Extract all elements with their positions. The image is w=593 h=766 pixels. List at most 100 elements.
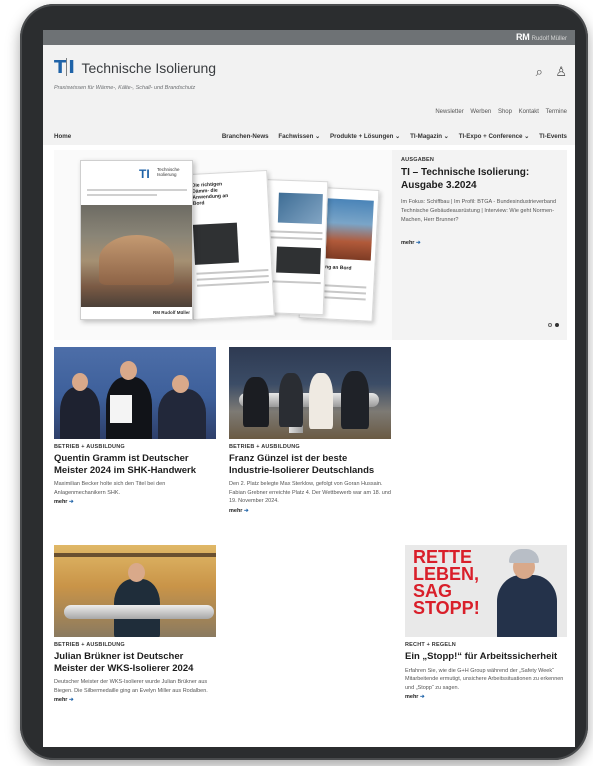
site-header: TI Technische Isolierung Praxiswissen fü… — [43, 45, 575, 145]
service-nav-newsletter[interactable]: Newsletter — [435, 109, 463, 115]
text-line — [197, 281, 270, 287]
cover-line — [87, 189, 187, 191]
safety-helmet — [509, 549, 539, 563]
publisher-name: Rudolf Müller — [531, 36, 567, 42]
person-figure — [158, 389, 206, 439]
article-image[interactable] — [54, 347, 216, 439]
article-description: Deutscher Meister der WKS-Isolierer wurd… — [54, 679, 208, 694]
page-photo — [277, 192, 323, 225]
article-more-link[interactable]: mehr ➔ — [229, 508, 391, 514]
hero-teaser: AUSGABEN TI – Technische Isolierung: Aus… — [399, 150, 567, 340]
article-title[interactable]: Quentin Gramm ist Deutscher Meister 2024… — [54, 453, 216, 476]
insulated-pipe — [64, 605, 214, 619]
article-image[interactable] — [229, 347, 391, 439]
nav-ti-expo[interactable]: TI-Expo + Conference ⌄ — [459, 133, 530, 140]
page-photo — [276, 246, 321, 275]
article-description: Erfahren Sie, wie die G+H Group während … — [405, 667, 564, 691]
user-icon[interactable]: ♙ — [555, 64, 567, 80]
article-card[interactable]: BETRIEB + AUSBILDUNG Quentin Gramm ist D… — [54, 347, 216, 505]
nav-ti-events[interactable]: TI-Events — [539, 133, 567, 140]
article-kicker[interactable]: BETRIEB + AUSBILDUNG — [229, 444, 391, 450]
magazine-cover: TI Technische Isolierung RM Rudolf Mülle… — [80, 160, 193, 320]
search-icon[interactable]: ⌕ — [536, 64, 543, 80]
page2-title: Die richtigen Dämm- die Anwendung an Bor… — [191, 181, 229, 207]
cover-logo: TI — [139, 167, 150, 181]
article-image[interactable] — [54, 545, 216, 637]
site-tagline: Praxiswissen für Wärme-, Kälte-, Schall-… — [54, 85, 196, 91]
service-nav-shop[interactable]: Shop — [498, 109, 512, 115]
arrow-right-icon: ➔ — [68, 697, 74, 703]
slider-dots — [545, 314, 559, 332]
person-figure — [60, 387, 100, 439]
hero-title[interactable]: TI – Technische Isolierung: Ausgabe 3.20… — [401, 167, 561, 192]
stopp-slogan: RETTE LEBEN, SAG STOPP! — [413, 547, 480, 618]
article-title[interactable]: Franz Günzel ist der beste Industrie-Iso… — [229, 453, 391, 476]
person-figure — [243, 377, 269, 427]
person-head — [128, 563, 145, 582]
service-nav: Newsletter Werben Shop Kontakt Termine — [430, 109, 567, 115]
cover-line — [87, 194, 157, 196]
magazine-page-2: Die richtigen Dämm- die Anwendung an Bor… — [185, 169, 275, 321]
article-title[interactable]: Julian Brükner ist Deutscher Meister der… — [54, 651, 216, 674]
article-card[interactable]: BETRIEB + AUSBILDUNG Julian Brükner ist … — [54, 545, 216, 703]
article-card[interactable]: RETTE LEBEN, SAG STOPP! RECHT + REGELN E… — [405, 545, 567, 700]
text-line — [196, 269, 269, 275]
article-title[interactable]: Ein „Stopp!“ für Arbeitssicherheit — [405, 651, 567, 663]
arrow-right-icon: ➔ — [68, 499, 74, 505]
nav-branchen-news[interactable]: Branchen-News — [222, 133, 269, 140]
hero-slider: dämmung an Bord Die richtigen Dämm- die … — [54, 150, 567, 340]
cover-photo — [81, 205, 192, 307]
publisher-logo[interactable]: RM Rudolf Müller — [516, 32, 567, 42]
more-label: mehr — [405, 694, 419, 700]
nav-fachwissen[interactable]: Fachwissen ⌄ — [278, 133, 320, 140]
article-kicker[interactable]: BETRIEB + AUSBILDUNG — [54, 444, 216, 450]
publisher-bar: RM Rudolf Müller — [43, 30, 575, 45]
nav-ti-magazin[interactable]: TI-Magazin ⌄ — [410, 133, 449, 140]
service-nav-werben[interactable]: Werben — [470, 109, 491, 115]
person-head — [172, 375, 189, 393]
arrow-right-icon: ➔ — [415, 240, 421, 246]
logo-name: Technische Isolierung — [81, 59, 217, 76]
more-label: mehr — [229, 507, 243, 514]
main-nav: Home Branchen-News Fachwissen ⌄ Produkte… — [43, 133, 575, 145]
more-label: mehr — [54, 499, 68, 505]
hero-more-link[interactable]: mehr ➔ — [401, 240, 421, 246]
hero-description: Im Fokus: Schiffbau | Im Profil: BTGA - … — [401, 199, 557, 223]
person-head — [120, 361, 137, 380]
article-more-link[interactable]: mehr ➔ — [54, 499, 216, 505]
article-description: Den 2. Platz belegte Max Sterklow, gefol… — [229, 481, 391, 504]
text-line — [196, 275, 269, 281]
hero-image[interactable]: dämmung an Bord Die richtigen Dämm- die … — [54, 150, 392, 340]
article-more-link[interactable]: mehr ➔ — [405, 694, 567, 700]
more-label: mehr — [54, 697, 68, 703]
person-figure — [279, 373, 303, 427]
article-description: Maximilian Becker holte sich den Titel b… — [54, 481, 166, 496]
nav-produkte-loesungen[interactable]: Produkte + Lösungen ⌄ — [330, 133, 400, 140]
article-card[interactable]: BETRIEB + AUSBILDUNG Franz Günzel ist de… — [229, 347, 391, 514]
person-figure — [497, 575, 557, 637]
arrow-right-icon: ➔ — [419, 694, 425, 700]
article-kicker[interactable]: RECHT + REGELN — [405, 642, 567, 648]
person-figure — [309, 373, 333, 429]
arrow-right-icon: ➔ — [243, 507, 249, 514]
cover-publisher: RM Rudolf Müller — [153, 310, 190, 315]
slider-dot-active[interactable] — [555, 323, 559, 327]
slider-dot[interactable] — [548, 323, 552, 327]
certificate — [110, 395, 132, 423]
publisher-mark: RM — [516, 32, 530, 42]
nav-home[interactable]: Home — [54, 133, 71, 140]
ceiling-beam — [54, 553, 216, 557]
article-image[interactable]: RETTE LEBEN, SAG STOPP! — [405, 545, 567, 637]
site-logo[interactable]: TI Technische Isolierung — [54, 57, 216, 78]
service-nav-kontakt[interactable]: Kontakt — [519, 109, 539, 115]
cover-title: Technische Isolierung — [157, 167, 180, 177]
person-head — [72, 373, 88, 391]
header-icons: ⌕ ♙ — [528, 63, 567, 81]
logo-mark: TI — [54, 57, 75, 78]
service-nav-termine[interactable]: Termine — [546, 109, 567, 115]
article-more-link[interactable]: mehr ➔ — [54, 697, 216, 703]
hero-kicker[interactable]: AUSGABEN — [401, 157, 434, 163]
browser-screen: RM Rudolf Müller TI Technische Isolierun… — [43, 30, 575, 747]
more-label: mehr — [401, 240, 415, 246]
article-kicker[interactable]: BETRIEB + AUSBILDUNG — [54, 642, 216, 648]
